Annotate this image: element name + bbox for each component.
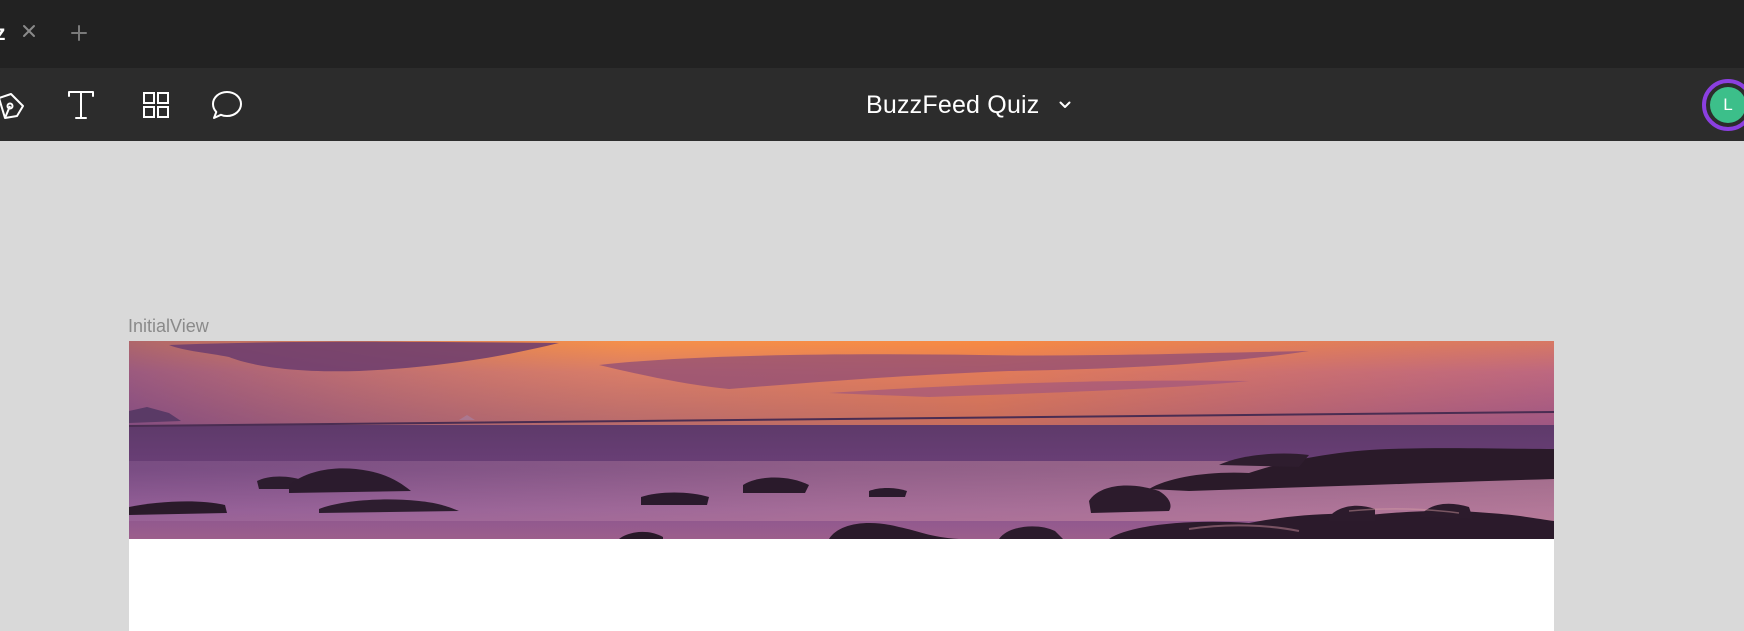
user-avatar-button[interactable]: L [1702,79,1744,131]
comment-icon[interactable] [205,83,249,127]
document-title: BuzzFeed Quiz [866,90,1040,119]
document-title-dropdown[interactable]: BuzzFeed Quiz [866,88,1072,122]
tab-bar: z [0,0,1744,68]
avatar: L [1710,87,1744,123]
plus-icon[interactable] [67,20,91,46]
frame-label[interactable]: InitialView [128,316,209,337]
sunset-sea-rocks-image [129,341,1554,539]
chevron-down-icon [1058,98,1072,112]
pen-icon[interactable] [0,83,34,127]
tab-title: z [0,22,6,45]
grid-icon[interactable] [134,83,178,127]
initial-view-frame[interactable] [129,341,1554,631]
document-tab[interactable]: z [0,0,6,68]
text-icon[interactable] [59,83,103,127]
close-icon[interactable] [18,20,40,42]
toolbar: BuzzFeed Quiz L [0,68,1744,141]
design-canvas[interactable]: InitialView [0,141,1744,631]
